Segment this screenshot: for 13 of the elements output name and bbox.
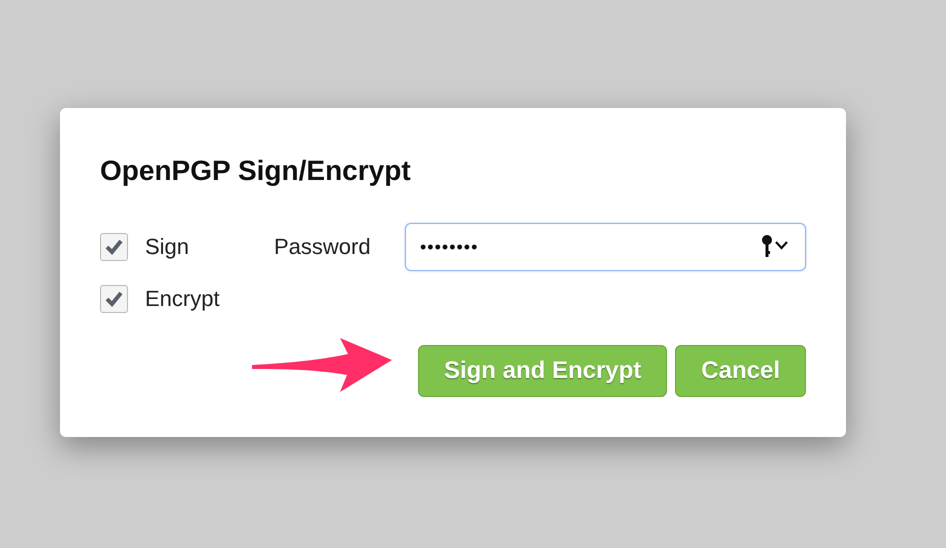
check-icon <box>105 291 123 307</box>
dialog-title: OpenPGP Sign/Encrypt <box>100 154 412 188</box>
dialog-button[interactable]: Cancel <box>675 345 806 397</box>
dialog-button[interactable]: Sign and Encrypt <box>418 345 668 397</box>
key-dropdown-icon[interactable] <box>761 234 791 260</box>
checkbox-label: Encrypt <box>145 286 220 312</box>
password-value: •••••••• <box>420 236 480 258</box>
checkbox-label: Sign <box>145 234 190 260</box>
password-field[interactable]: •••••••• <box>405 223 806 271</box>
checkbox[interactable] <box>100 285 128 313</box>
password-label: Password <box>274 234 372 260</box>
checkbox[interactable] <box>100 233 128 261</box>
check-icon <box>105 239 123 255</box>
